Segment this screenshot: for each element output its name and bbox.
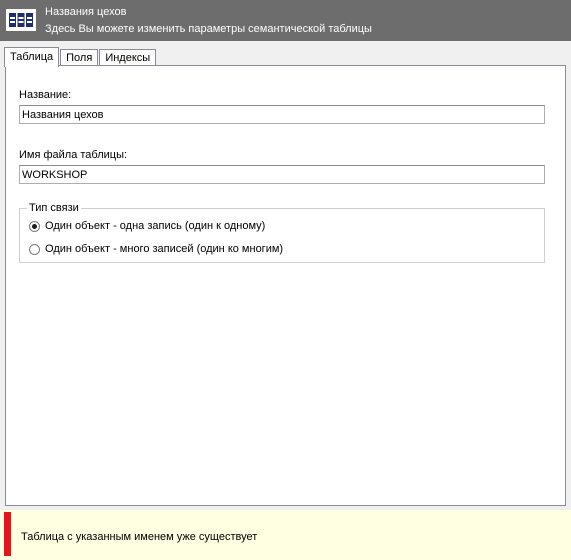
radio-one-to-one-label: Один объект - одна запись (один к одному… (45, 220, 266, 232)
dialog-title: Названия цехов (45, 6, 127, 18)
dialog-subtitle: Здесь Вы можете изменить параметры семан… (45, 23, 372, 35)
table-properties-window: Названия цехов Здесь Вы можете изменить … (0, 0, 571, 560)
radio-one-to-many-label: Один объект - много записей (один ко мно… (45, 243, 284, 255)
relation-type-group: Тип связи Один объект - одна запись (оди… (19, 202, 545, 263)
tab-bar: Таблица Поля Индексы (4, 46, 157, 67)
tab-indexes[interactable]: Индексы (99, 49, 157, 66)
name-label: Название: (19, 89, 72, 101)
status-message: Таблица с указанным именем уже существуе… (21, 531, 258, 543)
radio-button-unchecked[interactable] (29, 243, 40, 255)
tab-panel-table: Название: Имя файла таблицы: Тип связи О… (5, 65, 566, 506)
error-marker-icon (4, 512, 11, 556)
tab-table[interactable]: Таблица (4, 47, 60, 67)
name-input[interactable] (19, 105, 545, 124)
radio-one-to-many[interactable]: Один объект - много записей (один ко мно… (29, 242, 283, 256)
radio-button-checked[interactable] (29, 220, 40, 232)
radio-one-to-one[interactable]: Один объект - одна запись (один к одному… (29, 219, 265, 233)
dialog-header: Названия цехов Здесь Вы можете изменить … (0, 0, 571, 41)
table-icon (6, 9, 36, 31)
relation-type-legend: Тип связи (27, 202, 81, 214)
status-bar: Таблица с указанным именем уже существуе… (0, 510, 571, 560)
tab-fields[interactable]: Поля (60, 49, 99, 66)
filename-label: Имя файла таблицы: (19, 149, 128, 161)
filename-input[interactable] (19, 165, 545, 184)
